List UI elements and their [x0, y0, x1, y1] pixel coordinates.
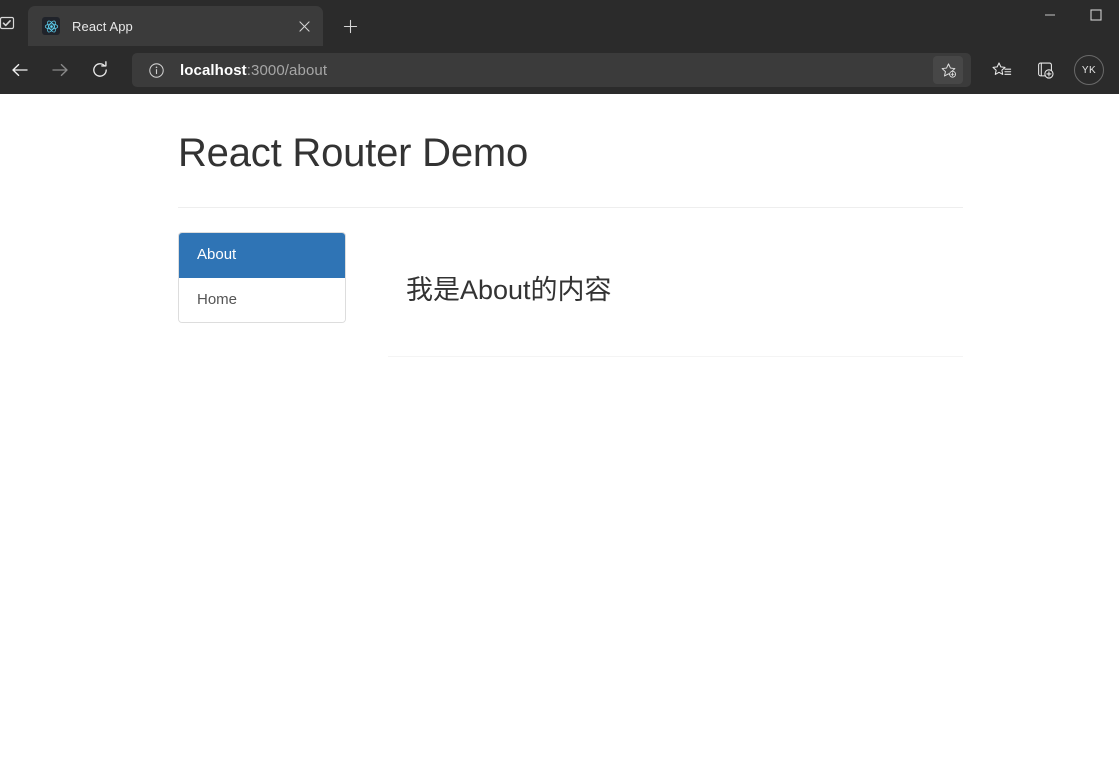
route-nav-list: About Home — [178, 232, 346, 323]
close-icon — [298, 20, 310, 32]
browser-tab[interactable]: React App — [28, 6, 323, 46]
nav-link-home[interactable]: Home — [179, 277, 345, 322]
plus-icon — [343, 19, 357, 33]
star-list-icon — [991, 61, 1011, 75]
back-button[interactable] — [0, 53, 40, 87]
minimize-button[interactable] — [1027, 0, 1073, 30]
arrow-left-icon — [12, 63, 28, 77]
page-viewport: React Router Demo About Home 我是About的内容 — [0, 94, 1119, 758]
profile-button[interactable]: YK — [1069, 53, 1109, 87]
browser-chrome: React App localhost:3000/about YK — [0, 0, 1119, 94]
favorites-button[interactable] — [981, 53, 1021, 87]
title-divider — [178, 207, 963, 208]
arrow-right-icon — [52, 63, 68, 77]
window-controls — [1027, 0, 1119, 30]
maximize-icon — [1090, 9, 1102, 21]
react-logo-icon — [42, 17, 60, 35]
forward-button[interactable] — [40, 53, 80, 87]
tab-title: React App — [72, 18, 133, 34]
page-container: React Router Demo About Home 我是About的内容 — [178, 94, 963, 357]
content-row: About Home 我是About的内容 — [178, 232, 963, 357]
tab-actions-button[interactable] — [0, 6, 22, 40]
new-tab-button[interactable] — [335, 11, 365, 41]
nav-column: About Home — [178, 232, 346, 357]
address-bar-text: localhost:3000/about — [180, 62, 933, 79]
star-add-icon — [941, 62, 956, 78]
collections-button[interactable] — [1025, 53, 1065, 87]
minimize-icon — [1045, 14, 1055, 16]
avatar: YK — [1074, 55, 1104, 85]
reload-icon — [93, 61, 107, 77]
url-path: :3000/about — [246, 61, 328, 79]
tab-actions-icon — [0, 16, 15, 30]
info-circle-icon[interactable] — [146, 60, 166, 80]
navigation-toolbar: localhost:3000/about YK — [0, 46, 1119, 94]
add-favorite-button[interactable] — [933, 56, 963, 84]
content-column: 我是About的内容 — [388, 232, 963, 357]
url-host: localhost — [180, 61, 247, 79]
address-bar[interactable]: localhost:3000/about — [132, 53, 971, 87]
reload-button[interactable] — [80, 53, 120, 87]
maximize-button[interactable] — [1073, 0, 1119, 30]
collections-add-icon — [1037, 62, 1054, 79]
tab-strip: React App — [0, 0, 1119, 46]
page-title: React Router Demo — [178, 131, 529, 175]
avatar-initials: YK — [1081, 64, 1097, 76]
route-content-text: 我是About的内容 — [406, 275, 612, 305]
route-content-panel: 我是About的内容 — [388, 232, 963, 357]
nav-link-about[interactable]: About — [179, 233, 345, 278]
tab-close-button[interactable] — [291, 13, 317, 39]
